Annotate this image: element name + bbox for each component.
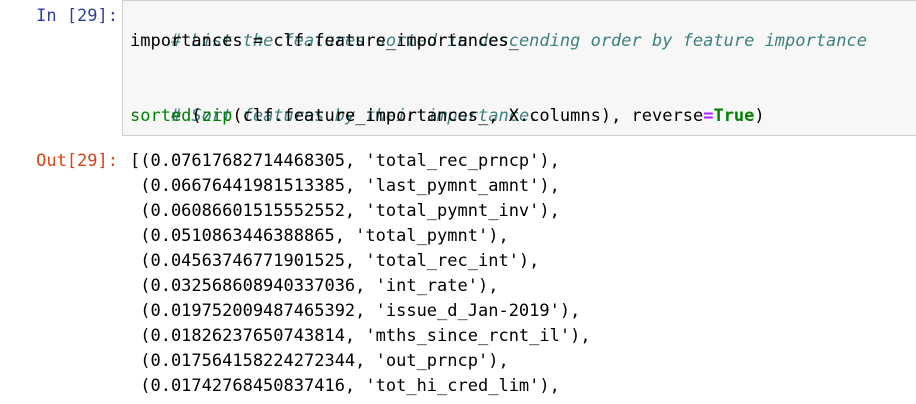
output-line: (0.01826237650743814, 'mths_since_rcnt_i…	[130, 326, 591, 346]
code-input-area[interactable]: # List the features sorted in descending…	[122, 0, 916, 136]
output-line: (0.04563746771901525, 'total_rec_int'),	[130, 251, 540, 271]
output-line: [(0.07617682714468305, 'total_rec_prncp'…	[130, 151, 560, 171]
code-expression: clf.feature_importances_	[273, 31, 519, 51]
output-line: (0.01742768450837416, 'tot_hi_cred_lim')…	[130, 376, 560, 396]
code-equals-operator: =	[703, 106, 714, 126]
output-line: (0.017564158224272344, 'out_prncp'),	[130, 351, 509, 371]
input-prompt: In [29]:	[36, 6, 118, 26]
code-variable: importances	[130, 31, 243, 51]
code-paren: (	[191, 106, 202, 126]
code-builtin-sorted: sorted	[130, 106, 192, 126]
output-prompt: Out[29]:	[36, 151, 118, 171]
code-paren: )	[754, 106, 765, 126]
output-line: (0.019752009487465392, 'issue_d_Jan-2019…	[130, 301, 581, 321]
code-operator: =	[242, 31, 274, 51]
code-output-area: [(0.07617682714468305, 'total_rec_prncp'…	[130, 149, 916, 399]
code-line-4: # Sort features by their importance.	[130, 79, 916, 126]
output-line: (0.06676441981513385, 'last_pymnt_amnt')…	[130, 176, 560, 196]
code-line-5: sorted(zip(clf.feature_importances_, X.c…	[130, 104, 916, 129]
output-line: (0.06086601515552552, 'total_pymnt_inv')…	[130, 201, 560, 221]
code-arguments: (clf.feature_importances_, X.columns), r…	[232, 106, 704, 126]
output-line: (0.032568608940337036, 'int_rate'),	[130, 276, 499, 296]
code-line-1: # List the features sorted in descending…	[130, 4, 916, 51]
output-line: (0.0510863446388865, 'total_pymnt'),	[130, 226, 509, 246]
code-keyword-true: True	[713, 106, 755, 126]
code-builtin-zip: zip	[201, 106, 233, 126]
